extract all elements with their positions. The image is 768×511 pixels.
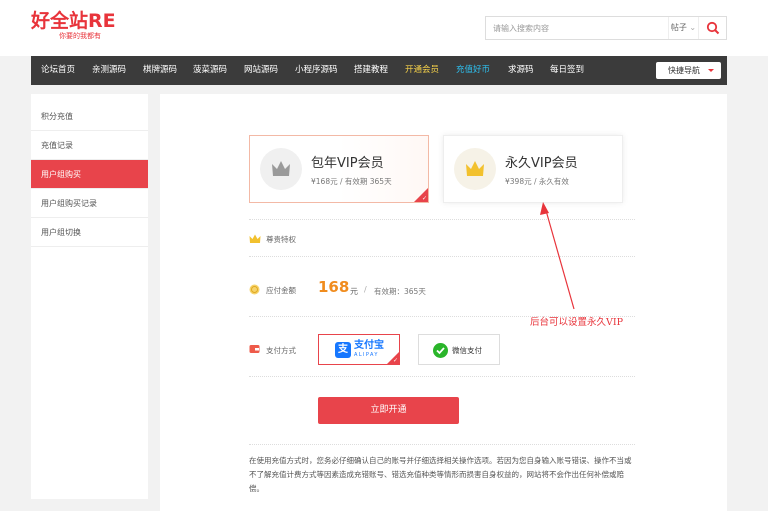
- search-input[interactable]: [486, 17, 668, 39]
- nav-item-tested-source[interactable]: 亲测源码: [92, 56, 126, 85]
- search-type-label: 帖子: [670, 23, 687, 32]
- quick-nav-button[interactable]: 快捷导航: [656, 62, 721, 79]
- nav-item-daily-checkin[interactable]: 每日签到: [550, 56, 584, 85]
- nav-item-home[interactable]: 论坛首页: [41, 56, 75, 85]
- site-header: 好全站RE 你要的我都有 帖子 ⌄: [0, 0, 768, 56]
- logo-title: 好全站RE: [31, 10, 116, 32]
- nav-item-bc-source[interactable]: 菠菜源码: [193, 56, 227, 85]
- sidebar-item-usergroup-records[interactable]: 用户组购买记录: [31, 189, 148, 218]
- search-box: 帖子 ⌄: [485, 16, 727, 40]
- nav-item-recharge-coin[interactable]: 充值好币: [456, 56, 490, 85]
- annotation-arrow: [540, 202, 575, 310]
- logo-subtitle: 你要的我都有: [59, 32, 101, 40]
- sidebar-item-recharge-records[interactable]: 充值记录: [31, 131, 148, 160]
- quick-nav-label: 快捷导航: [668, 66, 700, 75]
- nav-item-request-source[interactable]: 求源码: [508, 56, 534, 85]
- nav-item-chess-source[interactable]: 棋牌源码: [143, 56, 177, 85]
- search-button[interactable]: [698, 17, 726, 39]
- sidebar-item-switch-usergroup[interactable]: 用户组切换: [31, 218, 148, 247]
- sidebar-item-buy-usergroup[interactable]: 用户组购买: [31, 160, 148, 189]
- sidebar-item-points-recharge[interactable]: 积分充值: [31, 102, 148, 131]
- nav-item-miniprogram-source[interactable]: 小程序源码: [295, 56, 338, 85]
- main-nav: 论坛首页 亲测源码 棋牌源码 菠菜源码 网站源码 小程序源码 搭建教程 开通会员…: [31, 56, 727, 85]
- search-type-select[interactable]: 帖子 ⌄: [668, 17, 698, 39]
- main-panel: 包年VIP会员 ¥168元 / 有效期 365天 ✓ 永久VIP会员 ¥398元…: [160, 94, 727, 511]
- site-logo[interactable]: 好全站RE 你要的我都有: [31, 10, 116, 41]
- nav-item-open-vip[interactable]: 开通会员: [405, 56, 439, 85]
- chevron-down-icon: ⌄: [689, 23, 697, 32]
- sidebar: 积分充值 充值记录 用户组购买 用户组购买记录 用户组切换: [31, 94, 148, 499]
- nav-item-tutorial[interactable]: 搭建教程: [354, 56, 388, 85]
- nav-item-website-source[interactable]: 网站源码: [244, 56, 278, 85]
- caret-down-icon: [708, 69, 714, 72]
- search-icon: [706, 21, 719, 35]
